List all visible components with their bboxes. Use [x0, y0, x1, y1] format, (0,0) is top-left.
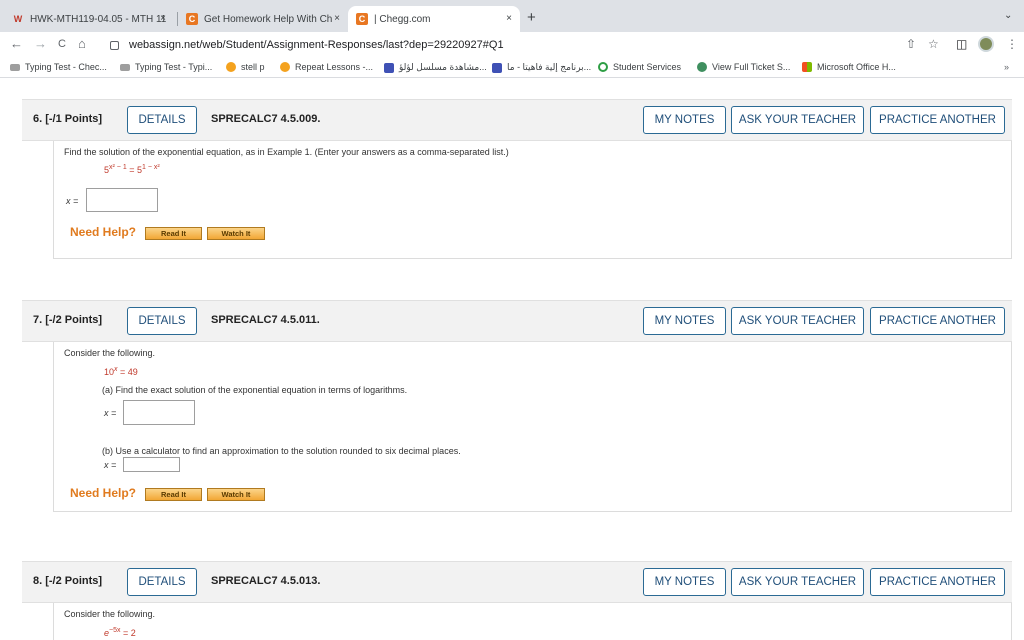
home-icon[interactable]: ⌂	[78, 36, 86, 51]
ms-icon	[802, 62, 812, 72]
question-reference: SPRECALC7 4.5.011.	[211, 314, 320, 326]
ring-icon	[598, 62, 608, 72]
n-icon	[492, 62, 502, 73]
question-header: 6. [-/1 Points] DETAILS SPRECALC7 4.5.00…	[22, 99, 1012, 141]
question-reference: SPRECALC7 4.5.013.	[211, 575, 321, 587]
bookmark-item[interactable]: View Full Ticket S...	[697, 62, 790, 72]
more-bookmarks-icon[interactable]: »	[1004, 62, 1009, 72]
bookmark-item[interactable]: Microsoft Office H...	[802, 62, 896, 72]
answer-input-a[interactable]	[123, 400, 195, 425]
browser-toolbar: ← → C ⌂ webassign.net/web/Student/Assign…	[0, 32, 1024, 58]
part-a-prompt: (a) Find the exact solution of the expon…	[102, 385, 408, 395]
question-number: 6. [-/1 Points]	[33, 113, 103, 125]
back-icon[interactable]: ←	[10, 36, 23, 51]
close-tab-icon[interactable]: ×	[506, 13, 512, 24]
question-prompt: Find the solution of the exponential equ…	[64, 147, 509, 157]
m-icon	[384, 62, 394, 73]
close-tab-icon[interactable]: ×	[334, 13, 340, 24]
keyboard-icon	[10, 63, 20, 71]
bookmark-item[interactable]: Typing Test - Typi...	[120, 62, 212, 72]
details-button[interactable]: DETAILS	[127, 106, 197, 134]
my-notes-button[interactable]: MY NOTES	[643, 568, 726, 596]
read-it-button[interactable]: Read It	[145, 488, 202, 501]
need-help-label: Need Help?	[70, 486, 137, 500]
read-it-button[interactable]: Read It	[145, 227, 202, 240]
tab-webassign[interactable]: W HWK-MTH119-04.05 - MTH 11 ×	[4, 6, 174, 32]
bookmark-item[interactable]: Repeat Lessons -...	[280, 62, 373, 72]
equation: e−5x = 2	[104, 627, 136, 638]
question-reference: SPRECALC7 4.5.009.	[211, 113, 321, 125]
part-b-prompt: (b) Use a calculator to find an approxim…	[102, 446, 461, 456]
chegg-icon: C	[356, 13, 368, 25]
question-prompt: Consider the following.	[64, 348, 156, 358]
practice-another-button[interactable]: PRACTICE ANOTHER	[870, 568, 1005, 596]
reload-icon[interactable]: C	[58, 38, 66, 50]
keyboard-icon	[120, 63, 130, 71]
bookmarks-bar: Typing Test - Chec... Typing Test - Typi…	[0, 58, 1024, 78]
question-body: Consider the following. 10x = 49 (a) Fin…	[53, 342, 1012, 512]
question-body: Find the solution of the exponential equ…	[53, 141, 1012, 259]
address-bar[interactable]: webassign.net/web/Student/Assignment-Res…	[103, 35, 963, 55]
question-header: 7. [-/2 Points] DETAILS SPRECALC7 4.5.01…	[22, 300, 1012, 342]
question-number: 7. [-/2 Points]	[33, 314, 103, 326]
question-prompt: Consider the following.	[64, 609, 156, 619]
need-help-label: Need Help?	[70, 225, 137, 239]
share-icon[interactable]: ⇧	[906, 37, 916, 51]
flame-icon	[226, 62, 236, 72]
bookmark-star-icon[interactable]: ☆	[928, 37, 939, 51]
tab-search-icon[interactable]: ⌄	[1004, 10, 1012, 21]
flame-icon	[280, 62, 290, 72]
answer-label-b: x =	[104, 460, 117, 470]
details-button[interactable]: DETAILS	[127, 307, 197, 335]
answer-label: x =	[66, 196, 79, 206]
tab-title: HWK-MTH119-04.05 - MTH 11	[30, 13, 167, 25]
answer-label-a: x =	[104, 408, 117, 418]
close-tab-icon[interactable]: ×	[160, 13, 166, 24]
tab-chegg[interactable]: C | Chegg.com ×	[348, 6, 520, 32]
forward-icon[interactable]: →	[34, 36, 47, 51]
question-body: Consider the following. e−5x = 2	[53, 603, 1012, 640]
practice-another-button[interactable]: PRACTICE ANOTHER	[870, 307, 1005, 335]
answer-input-b[interactable]	[123, 457, 180, 472]
tab-title: Get Homework Help With Che	[204, 13, 332, 25]
ask-teacher-button[interactable]: ASK YOUR TEACHER	[731, 568, 864, 596]
bookmark-item[interactable]: مشاهدة مسلسل لؤلؤ...	[384, 62, 487, 73]
equation: 10x = 49	[104, 366, 138, 377]
webassign-icon: W	[13, 14, 23, 24]
side-panel-icon[interactable]: ◫	[956, 37, 967, 51]
question-number: 8. [-/2 Points]	[33, 575, 103, 587]
help-icon	[697, 62, 707, 72]
url-text: webassign.net/web/Student/Assignment-Res…	[129, 39, 504, 51]
page-content: 6. [-/1 Points] DETAILS SPRECALC7 4.5.00…	[0, 79, 1024, 640]
practice-another-button[interactable]: PRACTICE ANOTHER	[870, 106, 1005, 134]
my-notes-button[interactable]: MY NOTES	[643, 307, 726, 335]
question-header: 8. [-/2 Points] DETAILS SPRECALC7 4.5.01…	[22, 561, 1012, 603]
menu-icon[interactable]: ⋮	[1006, 37, 1018, 51]
my-notes-button[interactable]: MY NOTES	[643, 106, 726, 134]
details-button[interactable]: DETAILS	[127, 568, 197, 596]
bookmark-item[interactable]: Typing Test - Chec...	[10, 62, 107, 72]
new-tab-button[interactable]: +	[527, 9, 536, 26]
watch-it-button[interactable]: Watch It	[207, 227, 265, 240]
bookmark-item[interactable]: برنامج إلية فاهيتا - ما...	[492, 62, 591, 73]
chegg-icon: C	[186, 13, 198, 25]
equation: 5x² − 1 = 51 − x²	[104, 164, 160, 175]
profile-avatar[interactable]	[978, 36, 994, 52]
tab-title: | Chegg.com	[374, 13, 431, 25]
tab-bar: W HWK-MTH119-04.05 - MTH 11 × C Get Home…	[0, 0, 1024, 32]
bookmark-item[interactable]: Student Services	[598, 62, 681, 72]
ask-teacher-button[interactable]: ASK YOUR TEACHER	[731, 106, 864, 134]
bookmark-item[interactable]: stell p	[226, 62, 265, 72]
watch-it-button[interactable]: Watch It	[207, 488, 265, 501]
tab-chegg-help[interactable]: C Get Homework Help With Che ×	[178, 6, 348, 32]
lock-icon	[110, 40, 119, 50]
answer-input[interactable]	[86, 188, 158, 212]
ask-teacher-button[interactable]: ASK YOUR TEACHER	[731, 307, 864, 335]
